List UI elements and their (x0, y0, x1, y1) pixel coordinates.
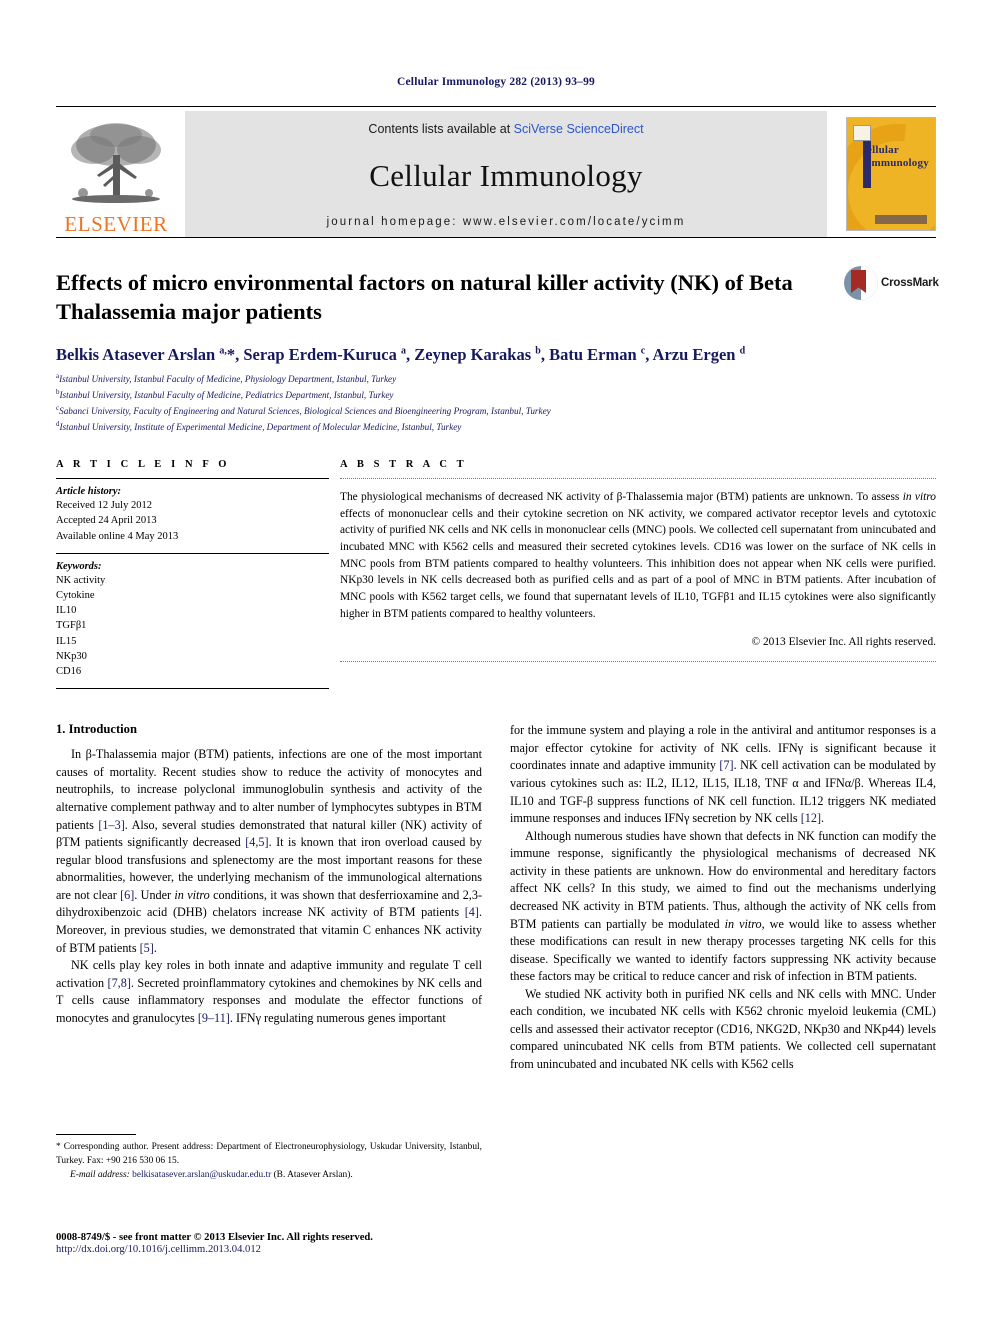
affiliation-item: aIstanbul University, Istanbul Faculty o… (56, 371, 936, 387)
keyword-item: NK activity (56, 574, 106, 586)
cover-title-line1: ellular (867, 144, 899, 156)
cover-footer-band (875, 215, 927, 224)
footer-doi-link[interactable]: http://dx.doi.org/10.1016/j.cellimm.2013… (56, 1244, 496, 1255)
crossmark-ribbon-icon (851, 270, 866, 293)
journal-band: Contents lists available at SciVerse Sci… (185, 111, 827, 237)
elsevier-wordmark: ELSEVIER (64, 212, 168, 236)
cover-publisher-mark (853, 125, 871, 141)
journal-masthead: ELSEVIER Contents lists available at Sci… (56, 106, 936, 237)
page-footer: 0008-8749/$ - see front matter © 2013 El… (56, 1232, 496, 1255)
affiliation-text: Sabanci University, Faculty of Engineeri… (59, 406, 551, 417)
email-note: E-mail address: belkisatasever.arslan@us… (56, 1168, 482, 1182)
elsevier-logo: ELSEVIER (56, 111, 176, 237)
abstract-body: The physiological mechanisms of decrease… (340, 479, 936, 651)
page-content: Cellular Immunology 282 (2013) 93–99 ELS… (56, 0, 939, 1182)
abstract-column: A B S T R A C T The physiological mechan… (340, 459, 936, 689)
keyword-item: IL10 (56, 605, 77, 617)
affiliation-item: dIstanbul University, Institute of Exper… (56, 419, 936, 435)
article-info-heading: A R T I C L E I N F O (56, 459, 231, 471)
masthead-bottom-rule (56, 237, 936, 238)
body-column-right: for the immune system and playing a role… (510, 722, 936, 1182)
intro-paragraph: We studied NK activity both in purified … (510, 986, 936, 1071)
intro-paragraph: Although numerous studies have shown tha… (510, 828, 937, 984)
corresponding-author-text: Corresponding author. Present address: D… (56, 1141, 482, 1167)
article-info-column: A R T I C L E I N F O Article history: R… (56, 459, 329, 690)
body-columns: 1. Introduction In β-Thalassemia major (… (56, 722, 936, 1182)
article-history-group: Article history: Received 12 July 2012 A… (56, 479, 329, 553)
keyword-item: IL15 (56, 635, 77, 647)
crossmark-label: CrossMark (881, 277, 939, 289)
journal-title: Cellular Immunology (369, 157, 643, 193)
author-list: Belkis Atasever Arslan a,*, Serap Erdem-… (56, 344, 746, 364)
info-rule-bottom (56, 688, 329, 690)
footnote-block: * Corresponding author. Present address: … (56, 1133, 482, 1182)
running-head: Cellular Immunology 282 (2013) 93–99 (396, 76, 596, 88)
intro-paragraph: for the immune system and playing a role… (510, 723, 937, 826)
keyword-item: TGFβ1 (56, 620, 87, 632)
affiliation-text: Istanbul University, Istanbul Faculty of… (59, 390, 394, 401)
crossmark-icon (844, 266, 878, 300)
crossmark-badge[interactable]: CrossMark (844, 266, 939, 300)
keyword-item: Cytokine (56, 590, 95, 601)
email-link[interactable]: belkisatasever.arslan@uskudar.edu.tr (132, 1170, 271, 1180)
footer-copyright-line: 0008-8749/$ - see front matter © 2013 El… (56, 1232, 373, 1243)
title-block: Effects of micro environmental factors o… (56, 266, 939, 327)
cover-title-line2: Immunology (867, 157, 929, 169)
affiliation-list: aIstanbul University, Istanbul Faculty o… (56, 371, 936, 435)
affiliation-item: bIstanbul University, Istanbul Faculty o… (56, 387, 936, 403)
body-column-left: 1. Introduction In β-Thalassemia major (… (56, 722, 482, 1182)
abstract-text: The physiological mechanisms of decrease… (340, 491, 936, 620)
journal-cover-thumbnail[interactable]: ellular Immunology (836, 111, 936, 237)
footnote-rule (56, 1133, 136, 1135)
cover-artwork: ellular Immunology (846, 117, 936, 231)
sciencedirect-link[interactable]: SciVerse ScienceDirect (514, 122, 644, 136)
info-abstract-row: A R T I C L E I N F O Article history: R… (56, 459, 936, 690)
abstract-heading: A B S T R A C T (340, 459, 468, 471)
affiliation-item: cSabanci University, Faculty of Engineer… (56, 403, 936, 419)
corresponding-author-note: * Corresponding author. Present address: … (56, 1140, 482, 1168)
email-owner: (B. Atasever Arslan). (273, 1170, 353, 1181)
keyword-item: NKp30 (56, 650, 87, 662)
contents-prefix: Contents lists available at (368, 122, 514, 136)
history-accepted: Accepted 24 April 2013 (56, 515, 157, 527)
article-page: Cellular Immunology 282 (2013) 93–99 ELS… (0, 0, 992, 1323)
keywords-group: Keywords: NK activity Cytokine IL10 TGFβ… (56, 554, 329, 689)
footnote-star-mark: * (56, 1141, 61, 1152)
section-heading-introduction: 1. Introduction (56, 722, 137, 737)
elsevier-tree-icon (71, 123, 161, 203)
keywords-label: Keywords: (56, 560, 102, 572)
email-label: E-mail address: (70, 1170, 130, 1181)
contents-available-line: Contents lists available at SciVerse Sci… (368, 122, 643, 136)
abstract-copyright: © 2013 Elsevier Inc. All rights reserved… (751, 636, 936, 649)
history-received: Received 12 July 2012 (56, 500, 152, 512)
page-title: Effects of micro environmental factors o… (56, 270, 793, 325)
history-available-online: Available online 4 May 2013 (56, 530, 179, 542)
intro-paragraph: NK cells play key roles in both innate a… (56, 958, 482, 1025)
abstract-rule-bottom (340, 660, 936, 662)
affiliation-text: Istanbul University, Istanbul Faculty of… (59, 374, 397, 384)
intro-paragraph: In β-Thalassemia major (BTM) patients, i… (56, 747, 482, 955)
affiliation-text: Istanbul University, Institute of Experi… (59, 422, 462, 433)
journal-homepage[interactable]: journal homepage: www.elsevier.com/locat… (327, 216, 686, 228)
article-history-label: Article history: (56, 486, 122, 498)
keyword-item: CD16 (56, 666, 82, 678)
